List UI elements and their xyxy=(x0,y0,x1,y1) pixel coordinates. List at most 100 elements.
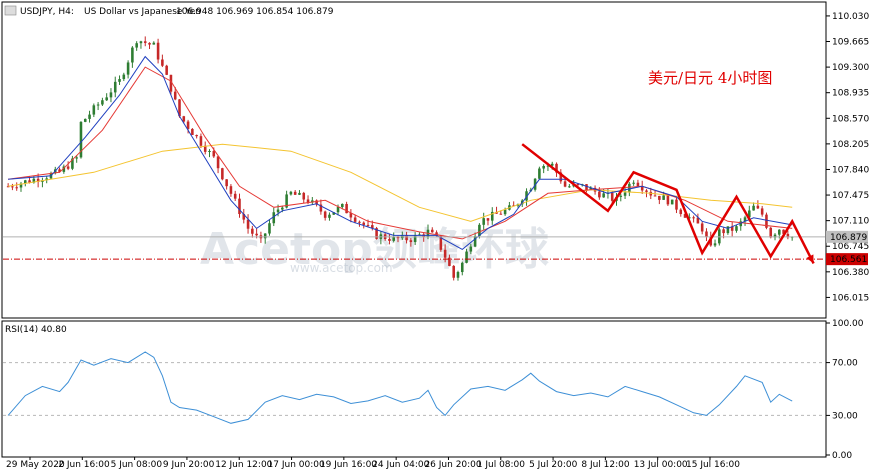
price-tick-label: 106.745 xyxy=(832,242,869,252)
candle-body xyxy=(632,182,635,184)
time-tick-label: 2 Jun 16:00 xyxy=(58,460,110,470)
candle-body xyxy=(233,193,237,199)
candle-body xyxy=(323,211,327,218)
candle-body xyxy=(366,224,370,226)
time-tick-label: 12 Jun 12:00 xyxy=(215,460,272,470)
candle-body xyxy=(216,156,220,169)
time-tick-label: 9 Jun 20:00 xyxy=(163,460,215,470)
candle-body xyxy=(75,157,78,159)
candle-body xyxy=(542,165,545,169)
price-tick-label: 110.030 xyxy=(832,12,869,22)
candle-body xyxy=(221,168,224,180)
candle-body xyxy=(636,182,640,187)
candle-body xyxy=(251,228,254,234)
candle-body xyxy=(778,229,781,235)
candle-body xyxy=(229,186,233,194)
price-tick-label: 107.840 xyxy=(832,165,869,175)
candle-body xyxy=(700,223,704,232)
candle-body xyxy=(563,181,567,187)
candle-body xyxy=(388,239,391,241)
candle-body xyxy=(92,105,96,115)
time-tick-label: 24 Jun 04:00 xyxy=(372,460,429,470)
candle-body xyxy=(302,192,306,200)
price-tick-label: 106.015 xyxy=(832,293,869,303)
candle-body xyxy=(362,222,366,225)
candle-body xyxy=(726,226,730,234)
candle-body xyxy=(662,195,665,200)
candle-body xyxy=(191,128,194,136)
watermark-url: www.acetop.com xyxy=(290,261,393,275)
candle-body xyxy=(722,229,725,234)
candle-body xyxy=(358,221,361,223)
candle-body xyxy=(658,195,661,200)
candle-body xyxy=(443,249,447,258)
candle-body xyxy=(752,205,755,211)
candle-body xyxy=(679,209,683,215)
candle-body xyxy=(692,217,695,219)
candle-body xyxy=(281,207,284,210)
candle-body xyxy=(225,179,228,187)
candle-body xyxy=(255,233,258,236)
candle-body xyxy=(199,136,203,146)
candle-body xyxy=(336,207,340,213)
usdjpy-chart: Acetop领峰环球 www.acetop.com USDJPY, H4: US… xyxy=(1,1,869,470)
candle-body xyxy=(238,198,241,215)
candle-body xyxy=(109,92,113,98)
candle-body xyxy=(143,41,147,43)
candle-body xyxy=(341,203,344,208)
rsi-header: RSI(14) 40.80 xyxy=(5,325,67,335)
candle-body xyxy=(131,47,134,63)
support-price-label: 106.561 xyxy=(830,255,867,265)
candle-body xyxy=(628,183,631,193)
time-tick-label: 29 May 2020 xyxy=(6,460,65,470)
candle-body xyxy=(246,219,250,229)
candle-body xyxy=(503,209,507,215)
candle-body xyxy=(298,192,301,195)
price-tick-label: 108.935 xyxy=(832,89,869,99)
time-tick-label: 5 Jul 20:00 xyxy=(529,460,578,470)
time-tick-label: 1 Jul 08:00 xyxy=(477,460,526,470)
candle-body xyxy=(598,191,601,198)
candle-body xyxy=(113,81,117,93)
candle-body xyxy=(182,116,186,122)
price-tick-label: 106.380 xyxy=(832,268,869,278)
candle-body xyxy=(602,193,605,198)
candle-body xyxy=(456,272,460,278)
candle-body xyxy=(66,166,70,169)
price-tick-label: 107.475 xyxy=(832,191,869,201)
candle-body xyxy=(760,208,764,215)
chart-ohlc: 106.948 106.969 106.854 106.879 xyxy=(176,7,334,17)
candle-body xyxy=(126,62,130,75)
candle-body xyxy=(452,265,455,278)
candle-body xyxy=(469,246,473,252)
candle-body xyxy=(623,192,627,196)
price-tick-label: 107.110 xyxy=(832,217,869,227)
candle-body xyxy=(713,243,717,246)
candle-body xyxy=(538,168,541,179)
candle-body xyxy=(101,100,104,105)
candle-body xyxy=(328,214,331,218)
time-tick-label: 17 Jun 00:00 xyxy=(268,460,325,470)
candle-body xyxy=(409,240,413,243)
candle-body xyxy=(645,190,648,192)
candle-body xyxy=(460,262,464,273)
rsi-panel xyxy=(1,320,827,458)
candle-body xyxy=(173,91,177,100)
candle-body xyxy=(161,59,164,66)
candle-body xyxy=(139,41,143,44)
candle-body xyxy=(430,229,434,233)
rsi-tick-label: 70.00 xyxy=(832,359,858,369)
candle-body xyxy=(465,251,468,263)
candle-body xyxy=(195,135,198,137)
candle-body xyxy=(675,199,678,210)
candle-body xyxy=(152,42,156,45)
price-tick-label: 108.570 xyxy=(832,114,869,124)
candle-body xyxy=(88,114,91,119)
candle-body xyxy=(122,74,126,80)
candle-body xyxy=(413,235,417,243)
time-tick-label: 26 Jun 20:00 xyxy=(424,460,481,470)
rsi-tick-label: 0.00 xyxy=(832,451,852,461)
candle-body xyxy=(148,42,151,45)
candle-body xyxy=(11,186,14,188)
candle-body xyxy=(653,195,657,197)
